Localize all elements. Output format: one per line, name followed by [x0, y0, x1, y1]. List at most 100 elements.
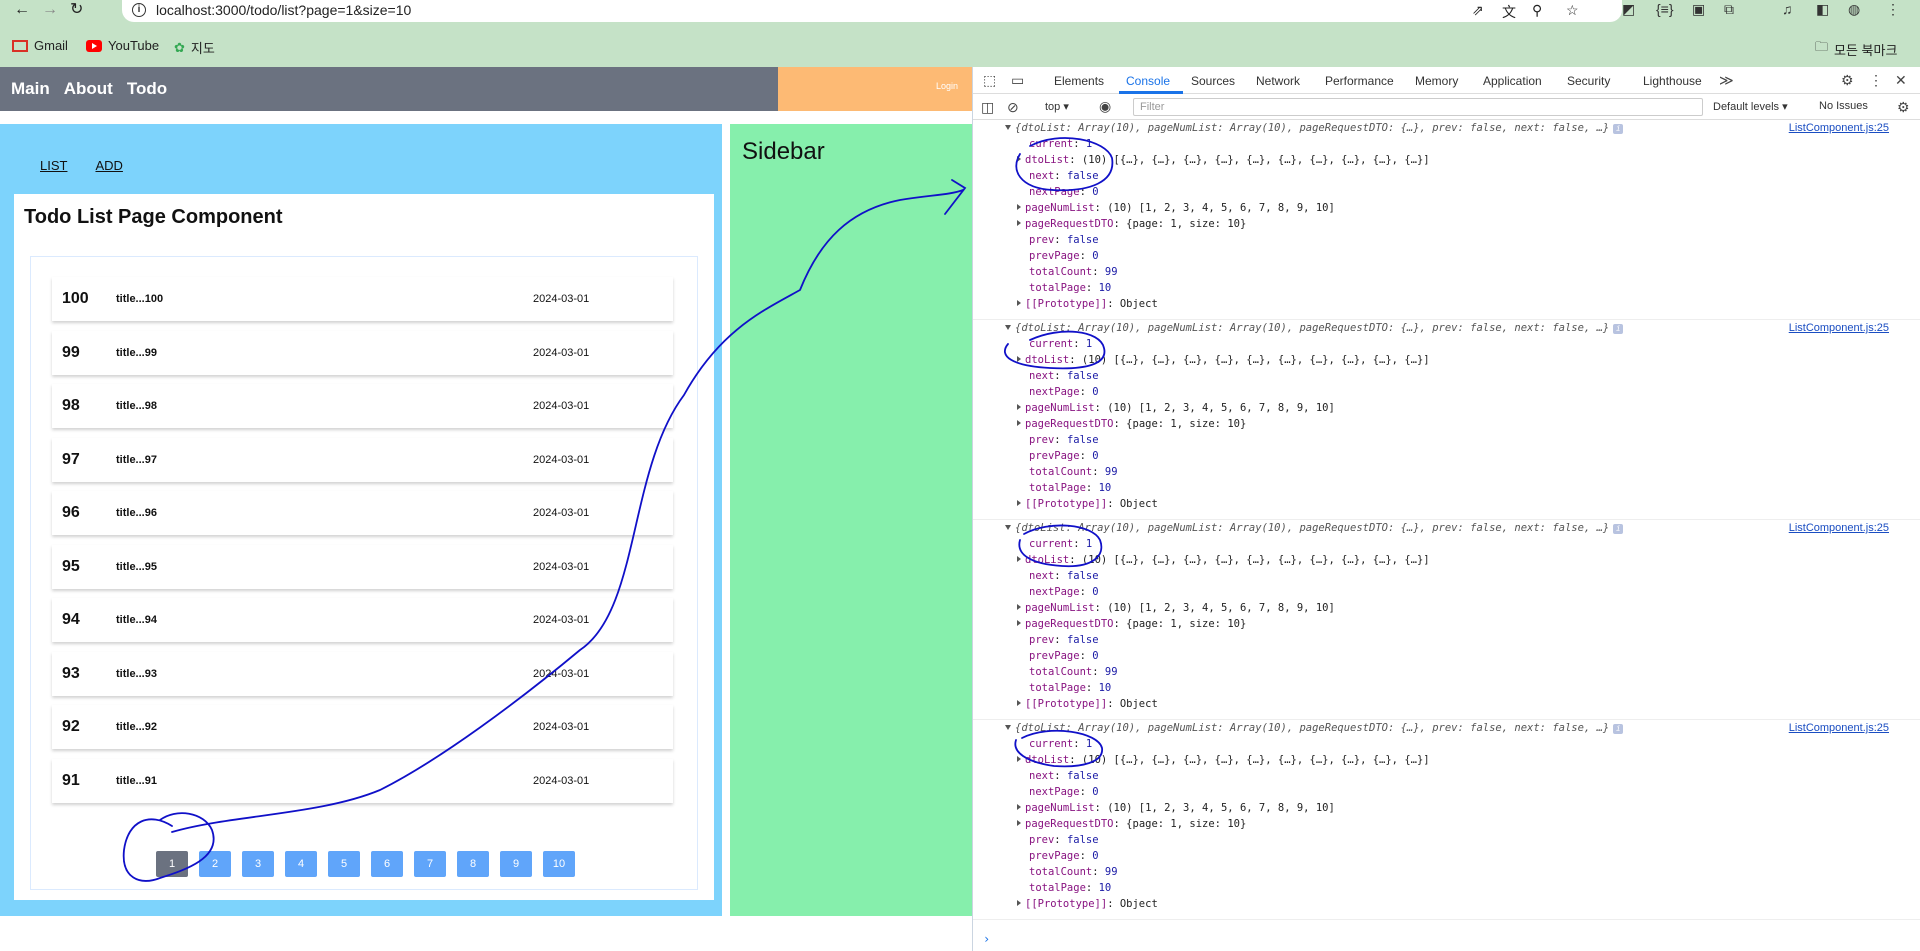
open-in-new-icon[interactable]: ⇗: [1472, 2, 1484, 19]
expand-triangle-icon[interactable]: [1017, 356, 1021, 362]
log-property-line[interactable]: pageNumList: (10) [1, 2, 3, 4, 5, 6, 7, …: [1017, 802, 1335, 814]
page-button-2[interactable]: 2: [199, 851, 231, 877]
login-link[interactable]: Login: [936, 81, 958, 91]
log-object-summary[interactable]: {dtoList: Array(10), pageNumList: Array(…: [1005, 722, 1624, 734]
info-icon[interactable]: i: [1613, 724, 1624, 734]
nav-todo[interactable]: Todo: [127, 79, 167, 99]
todo-row[interactable]: 98 title...98 2024-03-01: [52, 384, 673, 428]
live-expression-eye-icon[interactable]: ◉: [1099, 98, 1111, 115]
more-tabs-icon[interactable]: ≫: [1719, 72, 1734, 89]
collapse-triangle-icon[interactable]: [1005, 325, 1011, 330]
profile-icon[interactable]: ◍: [1848, 1, 1860, 18]
nav-main[interactable]: Main: [11, 79, 50, 99]
side-panel-icon[interactable]: ◧: [1816, 1, 1829, 18]
log-property-line[interactable]: dtoList: (10) [{…}, {…}, {…}, {…}, {…}, …: [1017, 154, 1430, 166]
log-property-line[interactable]: [[Prototype]]: Object: [1017, 898, 1158, 910]
extension-image-icon[interactable]: ▣: [1692, 1, 1705, 18]
log-property-line[interactable]: pageRequestDTO: {page: 1, size: 10}: [1017, 218, 1246, 230]
extension-braces-icon[interactable]: {≡}: [1656, 1, 1674, 17]
log-property-line[interactable]: pageRequestDTO: {page: 1, size: 10}: [1017, 418, 1246, 430]
site-info-icon[interactable]: i: [132, 3, 146, 17]
add-link[interactable]: ADD: [95, 158, 122, 173]
expand-triangle-icon[interactable]: [1017, 500, 1021, 506]
expand-triangle-icon[interactable]: [1017, 404, 1021, 410]
bookmark-youtube[interactable]: YouTube: [86, 38, 159, 53]
extensions-puzzle-icon[interactable]: ⧉: [1724, 1, 1734, 18]
sidebar-toggle-icon[interactable]: ◫: [981, 99, 994, 116]
log-property-line[interactable]: [[Prototype]]: Object: [1017, 498, 1158, 510]
expand-triangle-icon[interactable]: [1017, 556, 1021, 562]
forward-icon[interactable]: →: [42, 0, 58, 20]
expand-triangle-icon[interactable]: [1017, 700, 1021, 706]
log-property-line[interactable]: pageRequestDTO: {page: 1, size: 10}: [1017, 618, 1246, 630]
nav-about[interactable]: About: [64, 79, 113, 99]
log-property-line[interactable]: [[Prototype]]: Object: [1017, 698, 1158, 710]
issues-counter[interactable]: No Issues: [1819, 100, 1868, 112]
list-link[interactable]: LIST: [40, 158, 67, 173]
inspect-element-icon[interactable]: ⬚: [983, 72, 996, 89]
zoom-icon[interactable]: ⚲: [1532, 2, 1542, 19]
settings-gear-icon[interactable]: ⚙: [1841, 72, 1854, 89]
info-icon[interactable]: i: [1613, 324, 1624, 334]
page-button-7[interactable]: 7: [414, 851, 446, 877]
page-button-8[interactable]: 8: [457, 851, 489, 877]
tab-security[interactable]: Security: [1567, 74, 1610, 88]
extension-icon[interactable]: ◩: [1622, 1, 1635, 18]
page-button-5[interactable]: 5: [328, 851, 360, 877]
expand-triangle-icon[interactable]: [1017, 756, 1021, 762]
page-button-4[interactable]: 4: [285, 851, 317, 877]
console-prompt-icon[interactable]: ›: [983, 932, 990, 946]
address-bar[interactable]: i localhost:3000/todo/list?page=1&size=1…: [122, 0, 1622, 22]
bookmark-maps[interactable]: ✿ 지도: [174, 38, 215, 57]
log-property-line[interactable]: pageNumList: (10) [1, 2, 3, 4, 5, 6, 7, …: [1017, 402, 1335, 414]
expand-triangle-icon[interactable]: [1017, 420, 1021, 426]
log-property-line[interactable]: pageNumList: (10) [1, 2, 3, 4, 5, 6, 7, …: [1017, 202, 1335, 214]
tab-lighthouse[interactable]: Lighthouse: [1643, 74, 1702, 88]
expand-triangle-icon[interactable]: [1017, 604, 1021, 610]
expand-triangle-icon[interactable]: [1017, 820, 1021, 826]
info-icon[interactable]: i: [1613, 124, 1624, 134]
source-link[interactable]: ListComponent.js:25: [1789, 722, 1889, 734]
log-levels-dropdown[interactable]: Default levels ▾: [1713, 100, 1788, 113]
log-property-line[interactable]: dtoList: (10) [{…}, {…}, {…}, {…}, {…}, …: [1017, 354, 1430, 366]
bookmark-all-folder[interactable]: 🗀 모든 북마크: [1815, 38, 1897, 60]
todo-row[interactable]: 99 title...99 2024-03-01: [52, 330, 673, 375]
menu-kebab-icon[interactable]: ⋮: [1886, 1, 1900, 18]
tab-memory[interactable]: Memory: [1415, 74, 1458, 88]
expand-triangle-icon[interactable]: [1017, 900, 1021, 906]
reload-icon[interactable]: ↻: [70, 0, 83, 20]
page-button-6[interactable]: 6: [371, 851, 403, 877]
device-toolbar-icon[interactable]: ▭: [1011, 72, 1024, 89]
collapse-triangle-icon[interactable]: [1005, 125, 1011, 130]
log-object-summary[interactable]: {dtoList: Array(10), pageNumList: Array(…: [1005, 522, 1624, 534]
todo-row[interactable]: 91 title...91 2024-03-01: [52, 758, 673, 803]
log-object-summary[interactable]: {dtoList: Array(10), pageNumList: Array(…: [1005, 122, 1624, 134]
tab-application[interactable]: Application: [1483, 74, 1542, 88]
expand-triangle-icon[interactable]: [1017, 300, 1021, 306]
context-selector[interactable]: top ▾: [1045, 100, 1069, 113]
todo-row[interactable]: 94 title...94 2024-03-01: [52, 598, 673, 642]
expand-triangle-icon[interactable]: [1017, 220, 1021, 226]
media-icon[interactable]: ♫: [1782, 1, 1793, 17]
tab-console[interactable]: Console: [1126, 74, 1170, 88]
devtools-menu-icon[interactable]: ⋮: [1869, 72, 1883, 89]
log-property-line[interactable]: [[Prototype]]: Object: [1017, 298, 1158, 310]
clear-console-icon[interactable]: ⊘: [1007, 99, 1019, 116]
translate-icon[interactable]: 文: [1502, 2, 1516, 22]
close-icon[interactable]: ✕: [1895, 72, 1907, 89]
log-object-summary[interactable]: {dtoList: Array(10), pageNumList: Array(…: [1005, 322, 1624, 334]
expand-triangle-icon[interactable]: [1017, 620, 1021, 626]
filter-input[interactable]: Filter: [1133, 98, 1703, 116]
todo-row[interactable]: 95 title...95 2024-03-01: [52, 544, 673, 589]
source-link[interactable]: ListComponent.js:25: [1789, 522, 1889, 534]
log-property-line[interactable]: pageNumList: (10) [1, 2, 3, 4, 5, 6, 7, …: [1017, 602, 1335, 614]
page-button-9[interactable]: 9: [500, 851, 532, 877]
info-icon[interactable]: i: [1613, 524, 1624, 534]
console-settings-icon[interactable]: ⚙: [1897, 99, 1910, 116]
log-property-line[interactable]: pageRequestDTO: {page: 1, size: 10}: [1017, 818, 1246, 830]
log-property-line[interactable]: dtoList: (10) [{…}, {…}, {…}, {…}, {…}, …: [1017, 754, 1430, 766]
todo-row[interactable]: 93 title...93 2024-03-01: [52, 651, 673, 696]
collapse-triangle-icon[interactable]: [1005, 725, 1011, 730]
tab-performance[interactable]: Performance: [1325, 74, 1394, 88]
todo-row[interactable]: 96 title...96 2024-03-01: [52, 491, 673, 535]
